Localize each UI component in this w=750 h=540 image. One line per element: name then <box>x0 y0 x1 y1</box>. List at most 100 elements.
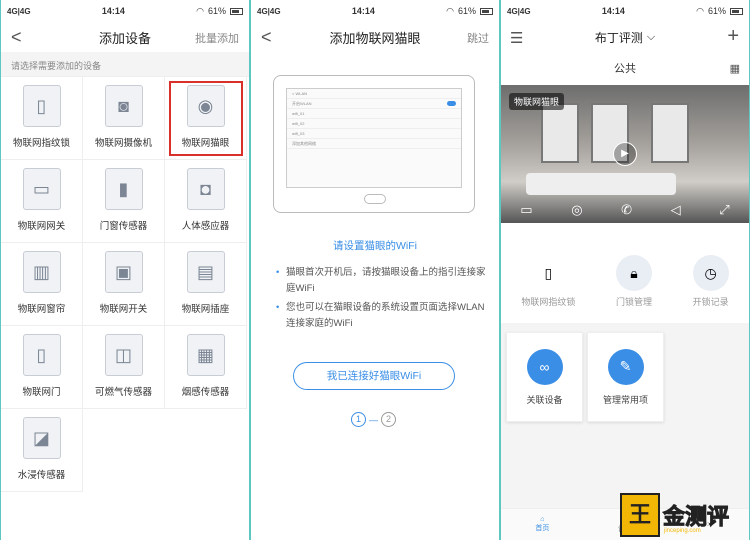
batch-add-button[interactable]: 批量添加 <box>195 30 239 46</box>
device-item-door[interactable]: ▯ 物联网门 <box>1 326 83 409</box>
watermark-badge: 王 <box>620 493 660 537</box>
device-tile-lock-manage[interactable]: 🔒︎ 门锁管理 <box>615 255 652 308</box>
tablet-illustration: < WLAN 开启WLAN wifi_01 wifi_02 wifi_03 添加… <box>273 75 475 213</box>
watermark-url: jinceping.com <box>664 528 701 534</box>
mute-icon[interactable]: ◁ <box>671 202 681 218</box>
fingerprint-lock-icon: ▯ <box>544 264 553 281</box>
device-item-fingerprint-lock[interactable]: ▯ 物联网指纹锁 <box>1 77 83 160</box>
status-bar: 4G|4G 14:14 ◠ 61% <box>1 0 249 22</box>
water-sensor-icon: ◪ <box>22 417 61 459</box>
screen-add-peephole: 4G|4G 14:14 ◠ 61% < 添加物联网猫眼 跳过 < WLAN 开启… <box>251 0 499 540</box>
instruction-item: 您也可以在猫眼设备的系统设置页面选择WLAN连接家庭的WiFi <box>276 300 486 332</box>
back-icon[interactable]: < <box>261 27 272 48</box>
screen-add-device: 4G|4G 14:14 ◠ 61% < 添加设备 批量添加 请选择需要添加的设备… <box>1 0 249 540</box>
device-tile-unlock-log[interactable]: ◷ 开锁记录 <box>692 255 729 308</box>
device-tile-lock[interactable]: ▯ 物联网指纹锁 <box>521 255 575 308</box>
signal-indicator: 4G|4G <box>7 6 31 16</box>
device-item-curtain[interactable]: ▥ 物联网窗帘 <box>1 243 83 326</box>
gateway-icon: ▭ <box>22 168 61 210</box>
add-icon[interactable]: + <box>727 25 739 48</box>
device-label: 物联网猫眼 <box>181 138 230 149</box>
step-separator: — <box>369 414 378 425</box>
menu-icon[interactable]: ☰ <box>510 29 523 47</box>
wifi-heading: 请设置猫眼的WiFi <box>333 240 417 252</box>
door-icon: ▯ <box>22 334 61 376</box>
home-button-icon <box>364 194 386 204</box>
room-name[interactable]: 公共 <box>614 60 636 76</box>
manage-items-card[interactable]: ✎ 管理常用项 <box>587 332 664 422</box>
device-item-door-sensor[interactable]: ▮ 门窗传感器 <box>83 160 165 243</box>
call-icon[interactable]: ✆ <box>621 202 632 218</box>
wifi-connected-button[interactable]: 我已连接好猫眼WiFi <box>293 362 455 390</box>
link-icon: ∞ <box>526 348 563 385</box>
fullscreen-icon[interactable]: ⤢ <box>719 202 729 218</box>
device-label: 可燃气传感器 <box>94 387 152 398</box>
wlan-row: 添加其他网络 <box>287 139 461 149</box>
signal-indicator: 4G|4G <box>257 6 281 16</box>
record-icon[interactable]: ▭ <box>520 202 532 218</box>
room-tab: 公共 ▦ <box>501 52 749 84</box>
hint-text: 请选择需要添加的设备 <box>1 52 249 76</box>
device-item-peephole[interactable]: ◉ 物联网猫眼 <box>165 77 247 160</box>
link-device-card[interactable]: ∞ 关联设备 <box>506 332 583 422</box>
battery-text: 61% <box>457 6 476 16</box>
device-row: ▯ 物联网指纹锁 🔒︎ 门锁管理 ◷ 开锁记录 <box>501 255 749 308</box>
watermark-logo: 王 金测评 jinceping.com <box>620 490 750 540</box>
device-item-water-sensor[interactable]: ◪ 水浸传感器 <box>1 409 83 492</box>
device-label: 人体感应器 <box>181 221 230 232</box>
wifi-icon: ◠ <box>696 5 704 16</box>
socket-icon: ▤ <box>186 251 225 293</box>
gas-sensor-icon: ◫ <box>104 334 143 376</box>
grid-view-icon[interactable]: ▦ <box>730 62 740 75</box>
device-label: 烟感传感器 <box>181 387 230 398</box>
status-bar: 4G|4G 14:14 ◠ 61% <box>501 0 749 22</box>
snapshot-icon[interactable]: ◎ <box>571 202 582 218</box>
step-1: 1 <box>351 412 366 427</box>
time-text: 14:14 <box>101 6 125 16</box>
device-item-gas-sensor[interactable]: ◫ 可燃气传感器 <box>83 326 165 409</box>
tab-home[interactable]: ⌂ 首页 <box>501 509 584 540</box>
device-item-socket[interactable]: ▤ 物联网插座 <box>165 243 247 326</box>
device-label: 物联网指纹锁 <box>12 138 70 149</box>
device-label: 物联网开关 <box>99 304 148 315</box>
instruction-item: 猫眼首次开机后，请按猫眼设备上的指引连接家庭WiFi <box>276 265 486 297</box>
skip-button[interactable]: 跳过 <box>467 30 489 46</box>
device-label: 水浸传感器 <box>17 470 66 481</box>
tablet-screen: < WLAN 开启WLAN wifi_01 wifi_02 wifi_03 添加… <box>286 88 462 188</box>
wifi-icon: ◠ <box>196 5 204 16</box>
battery-icon <box>230 7 243 15</box>
sofa-image <box>526 173 676 195</box>
peephole-video-preview[interactable]: 物联网猫眼 ▶ ▭ ◎ ✆ ◁ ⤢ <box>501 85 749 223</box>
video-controls: ▭ ◎ ✆ ◁ ⤢ <box>501 202 749 218</box>
curtain-icon: ▥ <box>22 251 61 293</box>
edit-icon: ✎ <box>607 348 644 385</box>
device-item-switch[interactable]: ▣ 物联网开关 <box>83 243 165 326</box>
step-indicator: 1 — 2 <box>351 412 396 427</box>
smoke-sensor-icon: ▦ <box>186 334 225 376</box>
time-text: 14:14 <box>351 6 375 16</box>
time-text: 14:14 <box>601 6 625 16</box>
wlan-row: wifi_03 <box>287 129 461 139</box>
toggle-icon <box>447 101 456 106</box>
wlan-toggle-row: 开启WLAN <box>287 99 461 109</box>
camera-icon: ◙ <box>104 85 143 127</box>
chevron-down-icon[interactable]: ⌵ <box>647 31 655 44</box>
home-title[interactable]: 布丁评测 <box>595 29 643 46</box>
video-tag: 物联网猫眼 <box>509 93 565 110</box>
battery-text: 61% <box>207 6 226 16</box>
motion-sensor-icon: ◘ <box>186 168 225 210</box>
device-item-camera[interactable]: ◙ 物联网摄像机 <box>83 77 165 160</box>
nav-bar: < 添加物联网猫眼 跳过 <box>251 22 499 52</box>
device-label: 物联网网关 <box>17 221 66 232</box>
battery-icon <box>480 7 493 15</box>
device-item-smoke-sensor[interactable]: ▦ 烟感传感器 <box>165 326 247 409</box>
device-item-gateway[interactable]: ▭ 物联网网关 <box>1 160 83 243</box>
clock-icon: ◷ <box>692 255 729 291</box>
device-item-motion-sensor[interactable]: ◘ 人体感应器 <box>165 160 247 243</box>
device-label: 物联网窗帘 <box>17 304 66 315</box>
device-label: 物联网门 <box>22 387 61 398</box>
play-icon[interactable]: ▶ <box>613 142 637 166</box>
battery-text: 61% <box>707 6 726 16</box>
device-label: 门窗传感器 <box>99 221 148 232</box>
back-icon[interactable]: < <box>11 27 22 48</box>
